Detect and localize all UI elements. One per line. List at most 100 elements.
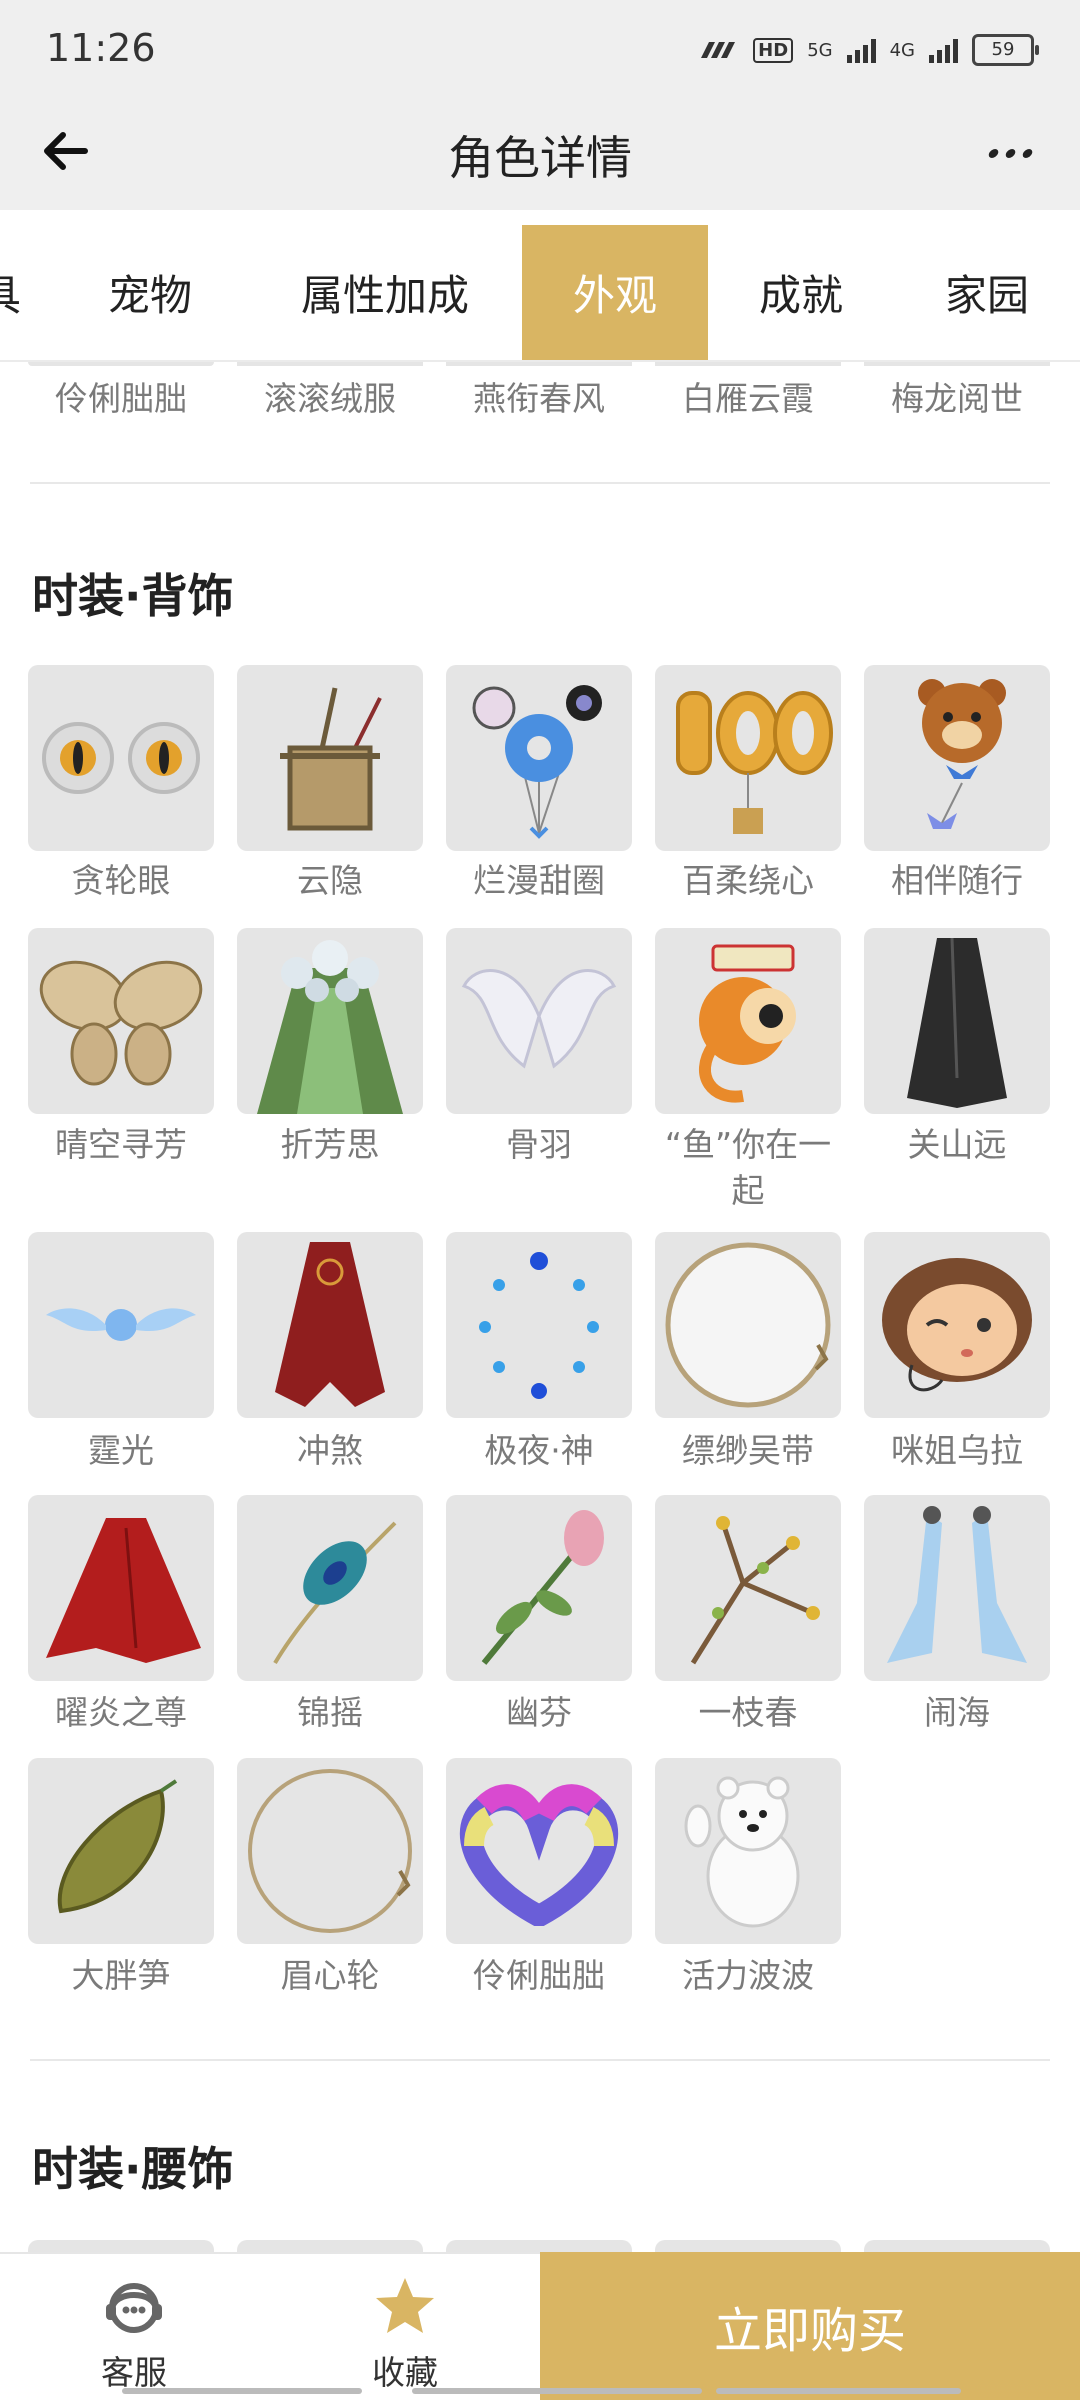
item-label[interactable]: 霆光 xyxy=(16,1428,226,1474)
polar-bear-icon xyxy=(684,1776,800,1928)
item-label[interactable]: 伶俐朏朏 xyxy=(16,376,226,422)
buy-now-button[interactable]: 立即购买 xyxy=(540,2252,1080,2400)
section-divider xyxy=(30,482,1050,484)
basket-icon xyxy=(280,687,382,831)
section-title-waist-accessories: 时装·腰饰 xyxy=(32,2142,234,2196)
item-tile[interactable] xyxy=(655,665,841,851)
item-tile[interactable] xyxy=(655,1758,841,1944)
item-label[interactable]: 缥缈吴带 xyxy=(643,1428,853,1474)
item-label[interactable]: 白雁云霞 xyxy=(643,376,853,422)
item-tile[interactable] xyxy=(237,928,423,1114)
item-label[interactable]: “鱼”你在一起 xyxy=(653,1122,843,1214)
item-label[interactable]: 百柔绕心 xyxy=(643,858,853,904)
page: 11:26 HD 5G 4G 59 角色详情 宠物 属性加成 外观 成就 家园 … xyxy=(0,0,1080,2400)
fish-icon xyxy=(699,944,796,1103)
eyes-icon xyxy=(42,722,200,794)
item-label[interactable]: 幽芬 xyxy=(434,1690,644,1736)
item-label[interactable]: 伶俐朏朏 xyxy=(434,1953,644,1999)
item-tile[interactable] xyxy=(28,1758,214,1944)
item-label[interactable]: 梅龙阅世 xyxy=(852,376,1062,422)
item-tile[interactable] xyxy=(864,1232,1050,1418)
tab-home[interactable]: 家园 xyxy=(894,225,1080,360)
item-tile[interactable] xyxy=(28,1232,214,1418)
item-tile[interactable] xyxy=(446,1495,632,1681)
item-label[interactable]: 折芳思 xyxy=(225,1122,435,1168)
item-label[interactable]: 活力波波 xyxy=(643,1953,853,1999)
page-title: 角色详情 xyxy=(448,131,632,185)
item-label[interactable]: 云隐 xyxy=(225,858,435,904)
item-label[interactable]: 极夜·神 xyxy=(434,1428,644,1474)
tab-partial[interactable]: 具 xyxy=(0,225,21,360)
bamboo-shoot-icon xyxy=(57,1779,178,1914)
bear-balloon-icon xyxy=(918,679,1006,829)
customer-service-label: 客服 xyxy=(101,2353,167,2392)
item-label[interactable]: 一枝春 xyxy=(643,1690,853,1736)
rose-icon xyxy=(481,1510,604,1665)
item-label[interactable]: 相伴随行 xyxy=(852,858,1062,904)
item-label[interactable]: 曜炎之尊 xyxy=(16,1690,226,1736)
item-tile[interactable] xyxy=(28,1495,214,1681)
item-label[interactable]: 闹海 xyxy=(852,1690,1062,1736)
gesture-bar xyxy=(122,2388,362,2394)
tile-edge xyxy=(28,362,214,366)
item-tile[interactable] xyxy=(237,1495,423,1681)
more-menu-button[interactable] xyxy=(970,118,1050,188)
item-tile[interactable] xyxy=(655,1495,841,1681)
peacock-feather-icon xyxy=(273,1521,397,1665)
item-tile[interactable] xyxy=(237,665,423,851)
tab-attributes[interactable]: 属性加成 xyxy=(270,225,500,360)
fluffy-heart-icon xyxy=(459,1784,619,1926)
tile-edge xyxy=(237,362,423,366)
item-label[interactable]: 骨羽 xyxy=(434,1122,644,1168)
item-label[interactable]: 晴空寻芳 xyxy=(16,1122,226,1168)
item-tile[interactable] xyxy=(446,665,632,851)
item-tile[interactable] xyxy=(655,1232,841,1418)
item-label[interactable]: 大胖笋 xyxy=(16,1953,226,1999)
item-tile[interactable] xyxy=(237,1232,423,1418)
item-tile[interactable] xyxy=(864,665,1050,851)
item-label[interactable]: 滚滚绒服 xyxy=(225,376,435,422)
thin-ring-icon xyxy=(248,1769,412,1933)
branch-icon xyxy=(690,1516,820,1665)
tab-pets[interactable]: 宠物 xyxy=(60,225,240,360)
girl-face-icon xyxy=(882,1258,1032,1392)
network-4g-label: 4G xyxy=(889,39,915,61)
customer-service-button[interactable]: 客服 xyxy=(34,2254,234,2400)
header: 角色详情 xyxy=(0,92,1080,210)
100-balloon-icon xyxy=(676,691,833,834)
star-icon xyxy=(376,2278,434,2333)
item-label[interactable]: 眉心轮 xyxy=(225,1953,435,1999)
headset-icon xyxy=(106,2283,162,2333)
battery-icon: 59 xyxy=(972,34,1039,66)
item-label[interactable]: 烂漫甜圈 xyxy=(434,858,644,904)
dot xyxy=(1003,148,1017,158)
item-tile[interactable] xyxy=(28,928,214,1114)
item-tile[interactable] xyxy=(446,1232,632,1418)
signal-bars-icon-2 xyxy=(929,37,958,63)
item-tile[interactable] xyxy=(655,928,841,1114)
blue-ribbons-icon xyxy=(887,1506,1027,1663)
section-divider xyxy=(30,2059,1050,2061)
tab-appearance[interactable]: 外观 xyxy=(522,225,708,360)
gem-ring-icon xyxy=(479,1252,599,1399)
favorite-button[interactable]: 收藏 xyxy=(305,2254,505,2400)
category-tabs: 具 宠物 属性加成 外观 成就 家园 xyxy=(0,210,1080,362)
item-label[interactable]: 燕衔春风 xyxy=(434,376,644,422)
item-label[interactable]: 锦摇 xyxy=(225,1690,435,1736)
dot xyxy=(986,148,1000,158)
item-tile[interactable] xyxy=(446,1758,632,1944)
item-label[interactable]: 冲煞 xyxy=(225,1428,435,1474)
butterfly-wings-icon xyxy=(39,960,203,1086)
item-tile[interactable] xyxy=(864,1495,1050,1681)
item-label[interactable]: 关山远 xyxy=(852,1122,1062,1168)
item-tile[interactable] xyxy=(864,928,1050,1114)
item-tile[interactable] xyxy=(237,1758,423,1944)
item-label[interactable]: 咪姐乌拉 xyxy=(852,1428,1062,1474)
tab-achievements[interactable]: 成就 xyxy=(708,225,894,360)
tile-edge xyxy=(446,362,632,366)
item-tile[interactable] xyxy=(446,928,632,1114)
status-icons: HD 5G 4G 59 xyxy=(695,30,1039,70)
item-label[interactable]: 贪轮眼 xyxy=(16,858,226,904)
item-tile[interactable] xyxy=(28,665,214,851)
black-cape-icon xyxy=(907,937,1007,1108)
